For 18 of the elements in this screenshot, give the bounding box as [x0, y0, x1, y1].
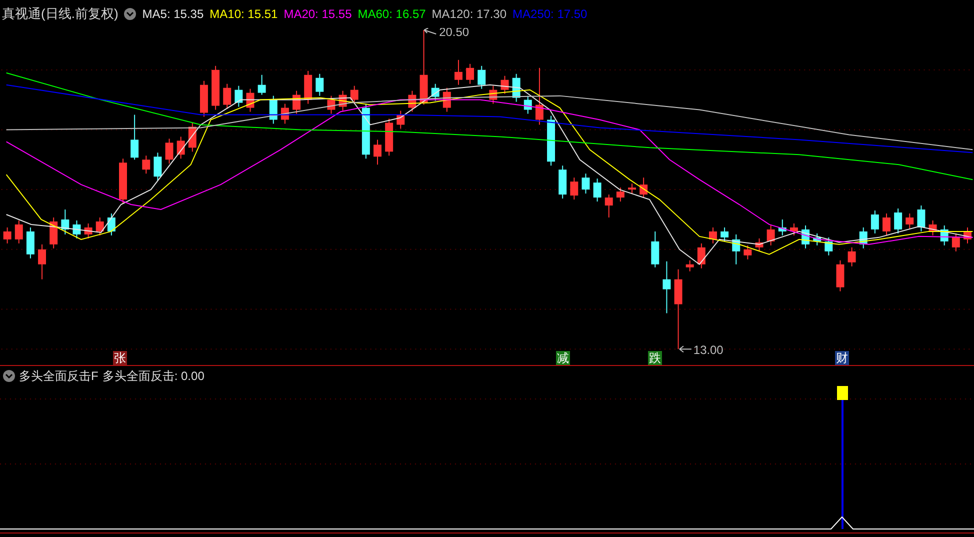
event-tag[interactable]: 财: [835, 351, 849, 365]
event-tag[interactable]: 跌: [648, 351, 662, 365]
indicator-reading: 多头全面反击: 0.00: [102, 368, 204, 385]
chart-title: 真视通(日线.前复权): [2, 5, 118, 24]
moving-average-value: MA5: 15.35: [142, 6, 204, 23]
leader-line: [424, 28, 437, 34]
moving-average-value: MA120: 17.30: [432, 6, 507, 23]
event-tag[interactable]: 张: [113, 351, 127, 365]
price-label: 13.00: [693, 343, 724, 358]
moving-average-value: MA20: 15.55: [284, 6, 352, 23]
moving-average-value: MA250: 17.50: [512, 6, 588, 23]
moving-average-value: MA60: 16.57: [358, 6, 426, 23]
indicator-title: 多头全面反击F: [19, 368, 98, 385]
leader-line: [678, 346, 692, 353]
dropdown-icon[interactable]: [3, 370, 15, 382]
moving-average-value: MA10: 15.51: [210, 6, 278, 23]
event-tag[interactable]: 减: [556, 351, 570, 365]
dropdown-icon[interactable]: [124, 8, 136, 20]
